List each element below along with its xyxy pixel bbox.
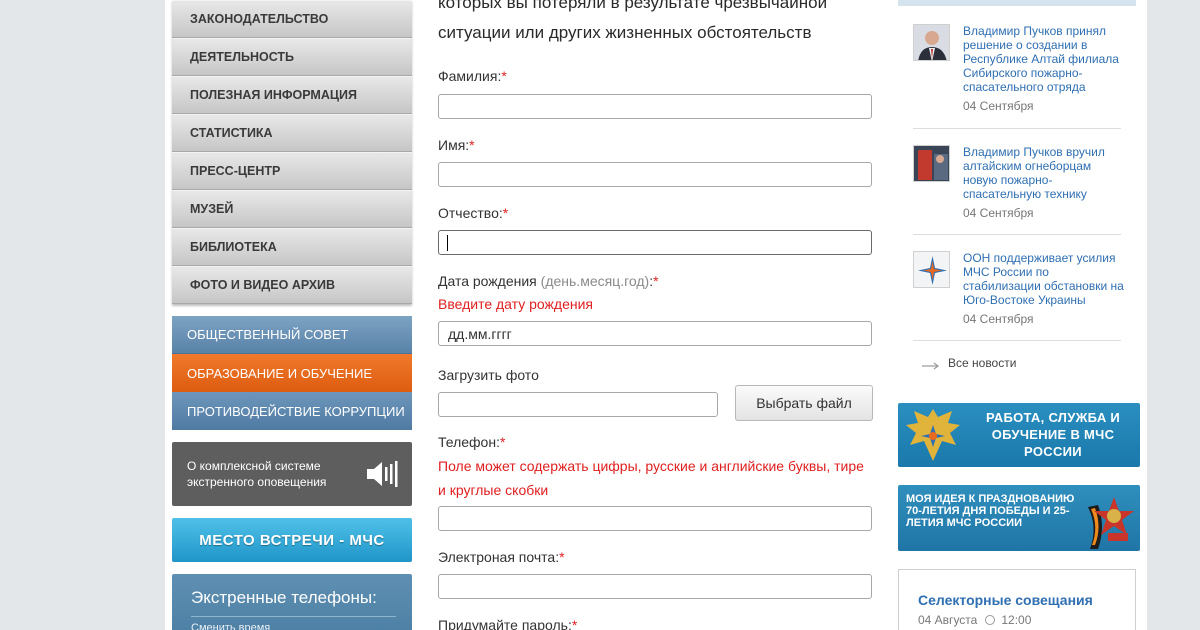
photo-label: Загрузить фото: [438, 367, 539, 383]
nav-item-library[interactable]: Библиотека: [172, 228, 412, 266]
phone-error-line-1: Поле может содержать цифры, русские и ан…: [438, 458, 864, 474]
meeting-place-text: МЕСТО ВСТРЕЧИ - МЧС: [199, 531, 385, 549]
nav-item-education[interactable]: Образование и обучение: [172, 354, 412, 392]
emergency-phones-box: Экстренные телефоны: Сменить время: [172, 574, 412, 630]
selector-meetings-title[interactable]: Селекторные совещания: [918, 592, 1093, 608]
divider: [913, 340, 1121, 341]
photo-file-input[interactable]: [438, 392, 718, 417]
nav-item-public-council[interactable]: Общественный совет: [172, 316, 412, 354]
left-column: Законодательство Деятельность Полезная и…: [172, 0, 412, 630]
patronymic-label: Отчество:*: [438, 205, 509, 221]
right-column-top-bar: [898, 0, 1136, 6]
emergency-phones-subtitle[interactable]: Сменить время: [191, 622, 412, 630]
email-label: Электроная почта:*: [438, 549, 565, 565]
divider: [913, 234, 1121, 235]
phone-label: Телефон:*: [438, 434, 506, 450]
nav-item-photo-video[interactable]: Фото и видео архив: [172, 266, 412, 304]
birthdate-placeholder: дд.мм.гггг: [448, 325, 512, 342]
meeting-time: 12:00: [1001, 613, 1032, 627]
nav-item-statistics[interactable]: Статистика: [172, 114, 412, 152]
news-thumbnail[interactable]: [913, 145, 950, 182]
form-intro-line-1: которых вы потеряли в результате чрезвыч…: [438, 0, 828, 12]
idea-banner-text: МОЯ ИДЕЯ К ПРАЗДНОВАНИЮ 70-ЛЕТИЯ ДНЯ ПОБ…: [906, 493, 1075, 529]
nav-item-activity[interactable]: Деятельность: [172, 38, 412, 76]
name-input[interactable]: [438, 162, 872, 187]
eagle-emblem-icon: [906, 409, 960, 461]
alert-system-text: О комплексной системе экстренного оповещ…: [187, 459, 327, 489]
news-thumbnail[interactable]: [913, 24, 950, 61]
nav-item-press-center[interactable]: Пресс-центр: [172, 152, 412, 190]
nav-item-useful-info[interactable]: Полезная информация: [172, 76, 412, 114]
surname-label: Фамилия:*: [438, 68, 507, 84]
news-date: 04 Сентября: [963, 312, 1034, 326]
mchs-emblem-icon[interactable]: [913, 251, 950, 288]
nav-item-legislation[interactable]: Законодательство: [172, 0, 412, 38]
news-date: 04 Сентября: [963, 99, 1034, 113]
victory-order-icon: [1088, 497, 1134, 549]
birthdate-error: Введите дату рождения: [438, 296, 593, 312]
all-news-link[interactable]: Все новости: [922, 356, 1016, 370]
clock-icon: [985, 615, 996, 625]
phone-error-line-2: и круглые скобки: [438, 482, 549, 498]
phone-input[interactable]: [438, 506, 872, 531]
meeting-place-banner[interactable]: МЕСТО ВСТРЕЧИ - МЧС: [172, 518, 412, 562]
divider: [913, 128, 1121, 129]
choose-file-button[interactable]: Выбрать файл: [735, 385, 873, 421]
news-date: 04 Сентября: [963, 206, 1034, 220]
divider: [191, 616, 396, 617]
work-service-banner[interactable]: РАБОТА, СЛУЖБА И ОБУЧЕНИЕ В МЧС РОССИИ: [898, 403, 1140, 467]
birthdate-input[interactable]: дд.мм.гггг: [438, 321, 872, 346]
patronymic-input[interactable]: [438, 230, 872, 255]
form-intro: которых вы потеряли в результате чрезвыч…: [438, 0, 878, 48]
arrow-right-icon: [922, 359, 940, 370]
selector-meetings-date: 04 Августа 12:00: [918, 613, 1031, 627]
news-title[interactable]: Владимир Пучков принял решение о создани…: [963, 24, 1128, 94]
password-label: Придумайте пароль:*: [438, 617, 578, 630]
form-intro-line-2: ситуации или других жизненных обстоятель…: [438, 23, 812, 42]
phone-error: Поле может содержать цифры, русские и ан…: [438, 454, 878, 502]
surname-input[interactable]: [438, 94, 872, 119]
work-service-banner-text: РАБОТА, СЛУЖБА И ОБУЧЕНИЕ В МЧС РОССИИ: [985, 410, 1121, 459]
birthdate-label: Дата рождения (день.месяц.год):*: [438, 273, 659, 289]
name-label: Имя:*: [438, 137, 475, 153]
speaker-icon: [365, 459, 401, 489]
nav-item-anti-corruption[interactable]: Противодействие коррупции: [172, 392, 412, 430]
idea-banner[interactable]: МОЯ ИДЕЯ К ПРАЗДНОВАНИЮ 70-ЛЕТИЯ ДНЯ ПОБ…: [898, 485, 1140, 551]
email-input[interactable]: [438, 574, 872, 599]
nav-item-museum[interactable]: Музей: [172, 190, 412, 228]
text-caret: [447, 234, 448, 251]
news-title[interactable]: Владимир Пучков вручил алтайским огнебор…: [963, 145, 1128, 201]
main-nav-menu: Законодательство Деятельность Полезная и…: [172, 0, 412, 304]
selector-meetings-box: Селекторные совещания 04 Августа 12:00: [898, 569, 1136, 630]
secondary-nav-menu: Общественный совет Образование и обучени…: [172, 316, 412, 430]
news-title[interactable]: ООН поддерживает усилия МЧС России по ст…: [963, 251, 1128, 307]
emergency-phones-title: Экстренные телефоны:: [191, 588, 377, 607]
alert-system-link[interactable]: О комплексной системе экстренного оповещ…: [172, 442, 412, 506]
all-news-label: Все новости: [948, 356, 1017, 370]
meeting-date: 04 Августа: [918, 613, 978, 627]
